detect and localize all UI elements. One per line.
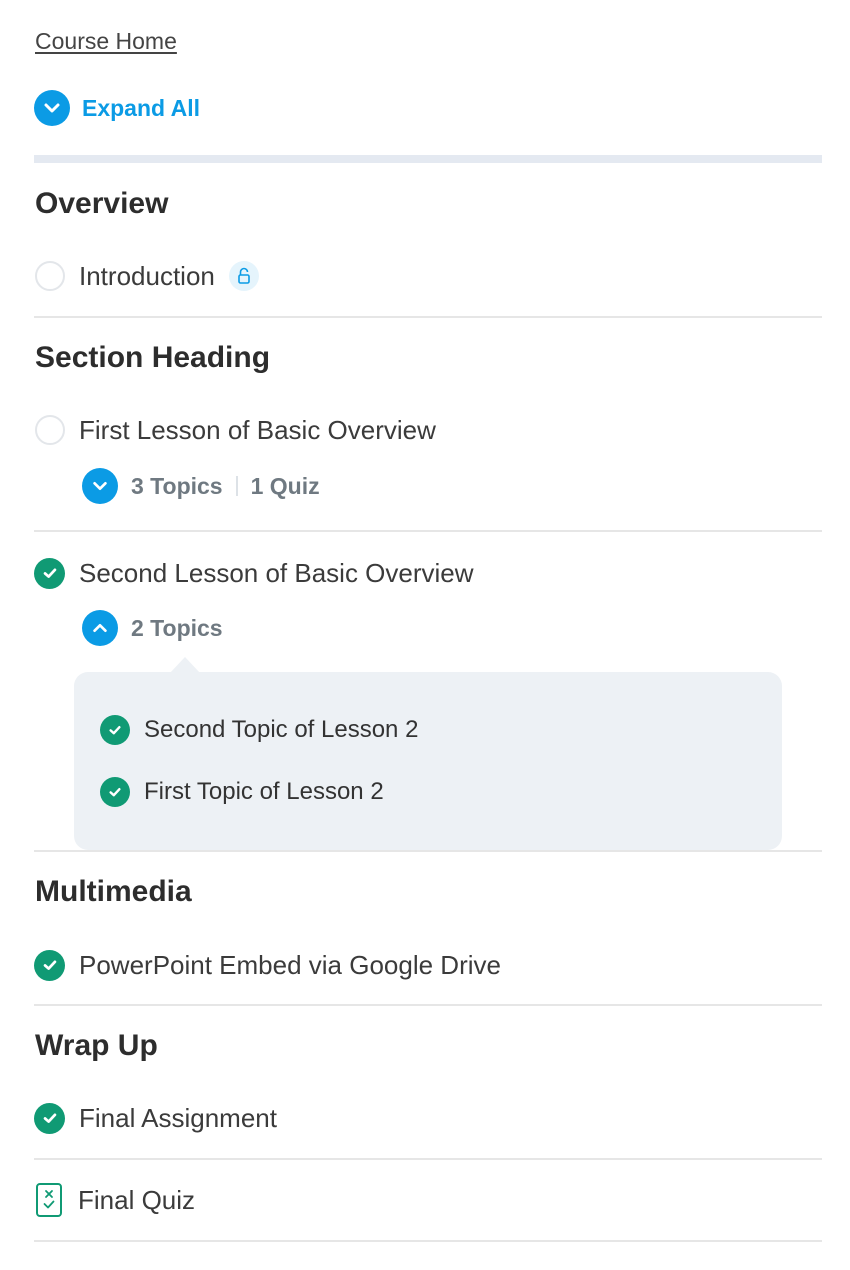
incomplete-status-icon [35, 415, 65, 445]
lesson-meta-second-lesson: 2 Topics [82, 610, 223, 646]
lesson-row-first-lesson[interactable]: First Lesson of Basic Overview [34, 412, 436, 448]
check-complete-icon [100, 715, 130, 745]
quiz-count: 1 Quiz [250, 472, 320, 499]
divider [34, 1240, 822, 1242]
expand-all-button[interactable]: Expand All [34, 90, 200, 126]
section-heading-wrap-up: Wrap Up [35, 1029, 158, 1062]
quiz-icon [36, 1183, 62, 1217]
section-heading-section: Section Heading [35, 341, 271, 374]
topics-list-pointer [170, 657, 200, 673]
divider [34, 530, 822, 532]
expand-topics-toggle[interactable] [82, 468, 118, 504]
lesson-meta-first-lesson: 3 Topics 1 Quiz [82, 468, 320, 504]
expand-all-label: Expand All [82, 94, 200, 121]
check-complete-icon [34, 1102, 65, 1134]
divider [34, 1158, 822, 1160]
section-heading-overview: Overview [35, 187, 169, 220]
topics-count: 3 Topics [131, 472, 223, 499]
lesson-title: PowerPoint Embed via Google Drive [79, 949, 501, 980]
lesson-title: Final Assignment [79, 1102, 277, 1133]
collapse-topics-toggle[interactable] [82, 610, 118, 646]
divider [34, 1004, 822, 1006]
topics-count: 2 Topics [131, 614, 223, 641]
lesson-row-final-assignment[interactable]: Final Assignment [34, 1100, 277, 1136]
topic-row[interactable]: First Topic of Lesson 2 [100, 777, 384, 807]
divider [34, 316, 822, 318]
topics-list: Second Topic of Lesson 2 First Topic of … [74, 657, 782, 850]
lesson-row-powerpoint[interactable]: PowerPoint Embed via Google Drive [34, 947, 501, 983]
course-home-link[interactable]: Course Home [35, 28, 177, 55]
topic-row[interactable]: Second Topic of Lesson 2 [100, 715, 418, 745]
quiz-title: Final Quiz [78, 1184, 196, 1215]
lesson-title: First Lesson of Basic Overview [79, 414, 436, 445]
check-complete-icon [34, 949, 65, 981]
divider [34, 850, 822, 852]
incomplete-status-icon [35, 261, 65, 291]
chevron-down-icon [34, 90, 70, 126]
check-complete-icon [100, 777, 130, 807]
section-heading-multimedia: Multimedia [35, 875, 192, 908]
lesson-title: Introduction [79, 260, 215, 291]
check-complete-icon [34, 557, 65, 589]
topic-title: First Topic of Lesson 2 [144, 778, 384, 805]
lock-open-icon [228, 261, 259, 291]
quiz-row-final-quiz[interactable]: Final Quiz [34, 1182, 195, 1218]
lesson-title: Second Lesson of Basic Overview [79, 557, 474, 588]
chevron-up-icon [93, 623, 107, 633]
lesson-row-introduction[interactable]: Introduction [34, 258, 259, 294]
lesson-row-second-lesson[interactable]: Second Lesson of Basic Overview [34, 555, 474, 591]
topic-title: Second Topic of Lesson 2 [144, 716, 419, 743]
progress-divider [34, 155, 822, 163]
chevron-down-icon [93, 481, 107, 491]
meta-separator [235, 476, 238, 496]
